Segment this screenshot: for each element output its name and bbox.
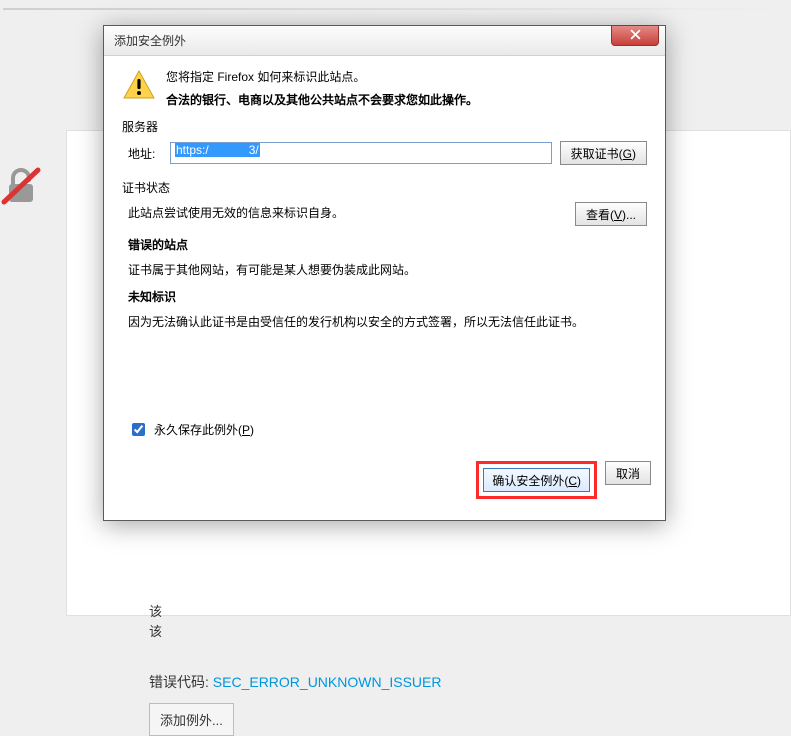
accent-bar: [3, 8, 791, 10]
error-code-value: SEC_ERROR_UNKNOWN_ISSUER: [213, 674, 442, 690]
error-code-label: 错误代码:: [149, 674, 209, 690]
permanent-store-label: 永久保存此例外(P): [154, 421, 254, 438]
get-certificate-button[interactable]: 获取证书(G): [560, 141, 647, 165]
page-background: 您 详细 该 该 错误代码: SEC_ERROR_UNKNOWN_ISSUER …: [0, 0, 791, 616]
dialog-footer: 确认安全例外(C) 取消: [104, 449, 665, 511]
error-code-row: 错误代码: SEC_ERROR_UNKNOWN_ISSUER: [149, 672, 442, 692]
address-label: 地址:: [128, 145, 162, 162]
confirm-exception-button[interactable]: 确认安全例外(C): [483, 468, 590, 492]
add-exception-button[interactable]: 添加例外...: [149, 703, 234, 736]
permanent-store-checkbox[interactable]: [132, 423, 145, 436]
dialog-titlebar: 添加安全例外: [104, 26, 665, 56]
warning-line2: 合法的银行、电商以及其他公共站点不会要求您如此操作。: [166, 91, 478, 108]
security-exception-dialog: 添加安全例外 您将指定 Firefox 如何来标识此站点。 合: [103, 25, 666, 521]
address-row: 地址: https:/ 3/ 获取证书(G): [128, 141, 647, 165]
dialog-title: 添加安全例外: [114, 32, 186, 49]
server-section-label: 服务器: [122, 118, 647, 135]
warning-line1: 您将指定 Firefox 如何来标识此站点。: [166, 68, 478, 85]
dialog-body: 您将指定 Firefox 如何来标识此站点。 合法的银行、电商以及其他公共站点不…: [104, 56, 665, 449]
cancel-button[interactable]: 取消: [605, 461, 651, 485]
cert-status-label: 证书状态: [122, 179, 647, 196]
error-text-line1: 该: [149, 601, 162, 620]
close-icon: [630, 29, 641, 43]
address-value-selected: https:/ 3/: [175, 143, 260, 157]
permanent-store-row[interactable]: 永久保存此例外(P): [128, 420, 647, 439]
unknown-identity-desc: 因为无法确认此证书是由受信任的发行机构以安全的方式签署，所以无法信任此证书。: [128, 313, 647, 330]
insecure-lock-icon: [0, 164, 42, 206]
confirm-highlight: 确认安全例外(C): [476, 461, 597, 499]
close-button[interactable]: [611, 25, 659, 46]
warning-text: 您将指定 Firefox 如何来标识此站点。 合法的银行、电商以及其他公共站点不…: [166, 68, 478, 108]
wrong-site-heading: 错误的站点: [128, 236, 647, 253]
view-certificate-button[interactable]: 查看(V)...: [575, 202, 647, 226]
wrong-site-desc: 证书属于其他网站，有可能是某人想要伪装成此网站。: [128, 261, 647, 278]
address-input[interactable]: https:/ 3/: [170, 142, 552, 164]
warning-icon: [122, 68, 156, 102]
unknown-identity-heading: 未知标识: [128, 288, 647, 305]
cert-status-desc: 此站点尝试使用无效的信息来标识自身。: [128, 202, 344, 221]
error-text-line2: 该: [149, 621, 162, 640]
